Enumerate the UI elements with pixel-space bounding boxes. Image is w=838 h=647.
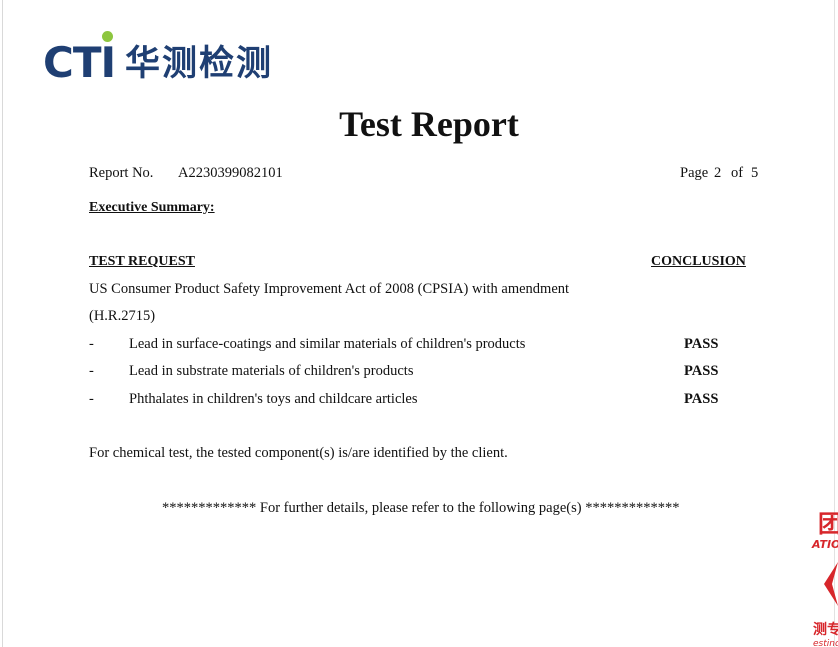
executive-summary-heading: Executive Summary: [89,200,215,215]
item-label: Lead in surface-coatings and similar mat… [129,336,526,352]
item-bullet: - [89,336,94,352]
standard-line-2: (H.R.2715) [89,308,156,324]
test-request-header: TEST REQUEST [89,254,195,269]
standard-line-1: US Consumer Product Safety Improvement A… [89,281,570,297]
page-current: 2 [714,165,722,181]
seal-char-bottom: 测专 [813,621,838,638]
logo-dot-icon [102,31,113,42]
page-label: Page [680,165,709,181]
item-result: PASS [684,391,719,407]
item-bullet: - [89,391,94,407]
report-number-value: A2230399082101 [178,165,283,181]
page-of: of [731,165,744,181]
client-identification-note: For chemical test, the tested component(… [89,445,508,461]
seal-text-mid: ATIO [811,538,838,551]
report-title: Test Report [339,104,519,144]
logo-chinese-text: 华测检测 [125,44,274,84]
item-label: Phthalates in children's toys and childc… [129,391,418,407]
page-left-edge [2,0,3,647]
item-label: Lead in substrate materials of children'… [129,363,414,379]
conclusion-header: CONCLUSION [651,254,746,269]
item-result: PASS [684,336,719,352]
item-bullet: - [89,363,94,379]
logo-latin-text: CTI [43,38,116,87]
report-number-label: Report No. [89,165,154,181]
page-total: 5 [751,165,759,181]
further-details-footer: ************* For further details, pleas… [162,500,680,516]
seal-text-last: esting [813,639,838,647]
seal-star-icon [824,562,838,606]
cti-logo: CTI 华测检测 [43,26,323,86]
company-seal-stamp: 团 ATIO 测专 esting [808,500,838,647]
item-result: PASS [684,363,719,379]
seal-char-top: 团 [818,510,838,538]
